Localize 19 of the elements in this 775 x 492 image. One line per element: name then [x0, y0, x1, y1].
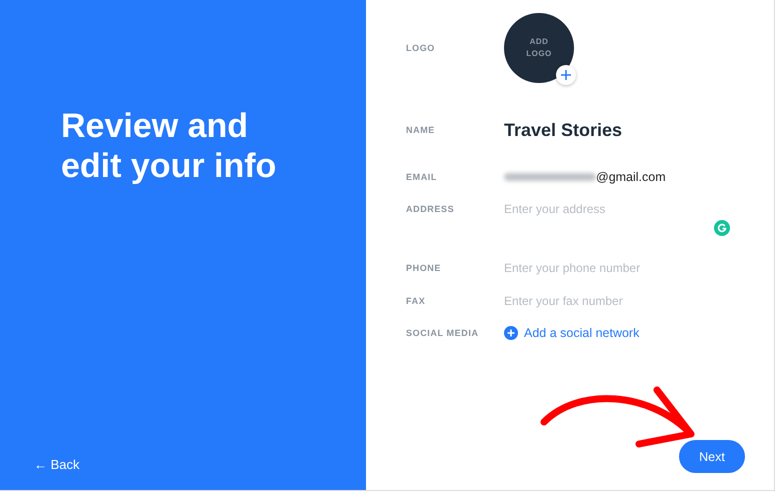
- field-label: SOCIAL MEDIA: [406, 327, 480, 340]
- back-link[interactable]: ← Back: [34, 457, 366, 472]
- field-label: LOGO: [406, 42, 436, 55]
- field-label: FAX: [406, 295, 426, 308]
- plus-icon: [504, 326, 518, 340]
- field-label: ADDRESS: [406, 203, 456, 216]
- text-field[interactable]: Enter your phone number: [504, 258, 704, 278]
- add-social-link[interactable]: Add a social network: [504, 323, 640, 343]
- address-field[interactable]: Enter your address: [504, 199, 739, 245]
- field-label: PHONE: [406, 262, 442, 275]
- field-label: NAME: [406, 124, 436, 137]
- add-logo-button[interactable]: ADD LOGO: [504, 13, 574, 83]
- business-name: Travel Stories: [504, 119, 622, 142]
- next-button[interactable]: Next: [679, 440, 745, 473]
- text-field[interactable]: Enter your fax number: [504, 291, 704, 311]
- page-title: Review and edit your info: [61, 106, 278, 186]
- email-text: @gmail.com: [596, 170, 666, 184]
- field-label: EMAIL: [406, 171, 438, 184]
- plus-icon[interactable]: [556, 65, 576, 85]
